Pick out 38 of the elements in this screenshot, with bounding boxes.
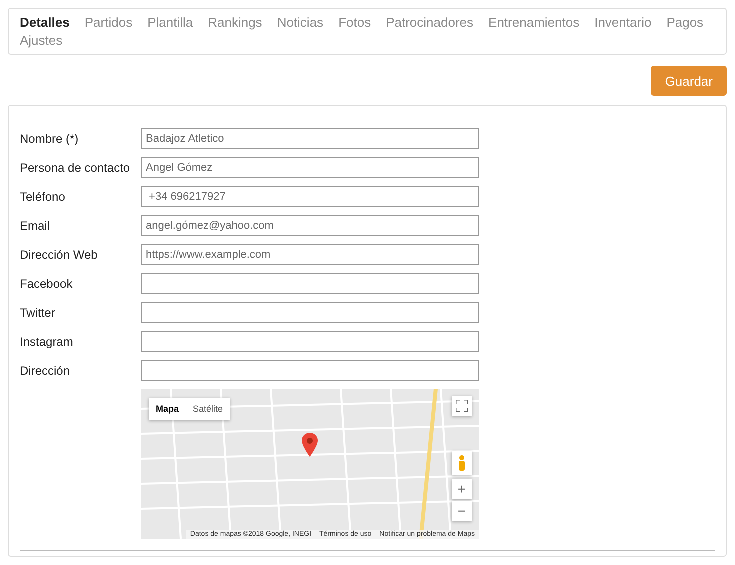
field-label: Email — [20, 218, 52, 232]
input-field[interactable]: +34 696217927 — [141, 186, 479, 207]
street-view-button[interactable] — [452, 451, 472, 475]
input-field[interactable] — [141, 360, 479, 381]
zoom-in-button[interactable]: + — [452, 479, 472, 499]
map-type-tab[interactable]: Mapa — [149, 398, 186, 420]
input-field[interactable] — [141, 273, 479, 294]
fullscreen-button[interactable] — [452, 396, 472, 416]
fullscreen-icon — [456, 400, 468, 412]
field-label: Nombre (*) — [20, 132, 80, 146]
tab[interactable]: Detalles — [20, 15, 70, 31]
input-field[interactable]: Badajoz Atletico — [141, 128, 479, 149]
tab[interactable]: Fotos — [338, 15, 372, 31]
tab[interactable]: Patrocinadores — [386, 15, 474, 31]
zoom-out-button[interactable]: − — [452, 501, 472, 521]
tab[interactable]: Rankings — [208, 15, 262, 31]
input-field[interactable]: angel.gómez@yahoo.com — [141, 215, 479, 236]
input-field[interactable] — [141, 331, 479, 352]
person-icon — [458, 455, 466, 471]
input-field[interactable]: Angel Gómez — [141, 157, 479, 178]
field-label: Persona de contacto — [20, 160, 132, 174]
input-field[interactable] — [141, 302, 479, 323]
input-field[interactable]: https://www.example.com — [141, 244, 479, 265]
tab[interactable]: Ajustes — [20, 33, 63, 49]
field-label: Twitter — [20, 306, 56, 320]
tab[interactable]: Plantilla — [148, 15, 194, 31]
field-label: Teléfono — [20, 190, 66, 204]
tab[interactable]: Pagos — [666, 15, 704, 31]
tab[interactable]: Entrenamientos — [488, 15, 580, 31]
field-label: Instagram — [20, 334, 74, 348]
tab[interactable]: Noticias — [277, 15, 324, 31]
field-label: Facebook — [20, 276, 74, 290]
tab[interactable]: Partidos — [84, 15, 133, 31]
map-type-tab[interactable]: Satélite — [186, 398, 230, 420]
tab[interactable]: Inventario — [594, 15, 652, 31]
map-pin-icon — [302, 433, 318, 457]
field-label: Dirección — [20, 364, 72, 378]
field-label: Dirección Web — [20, 248, 99, 262]
